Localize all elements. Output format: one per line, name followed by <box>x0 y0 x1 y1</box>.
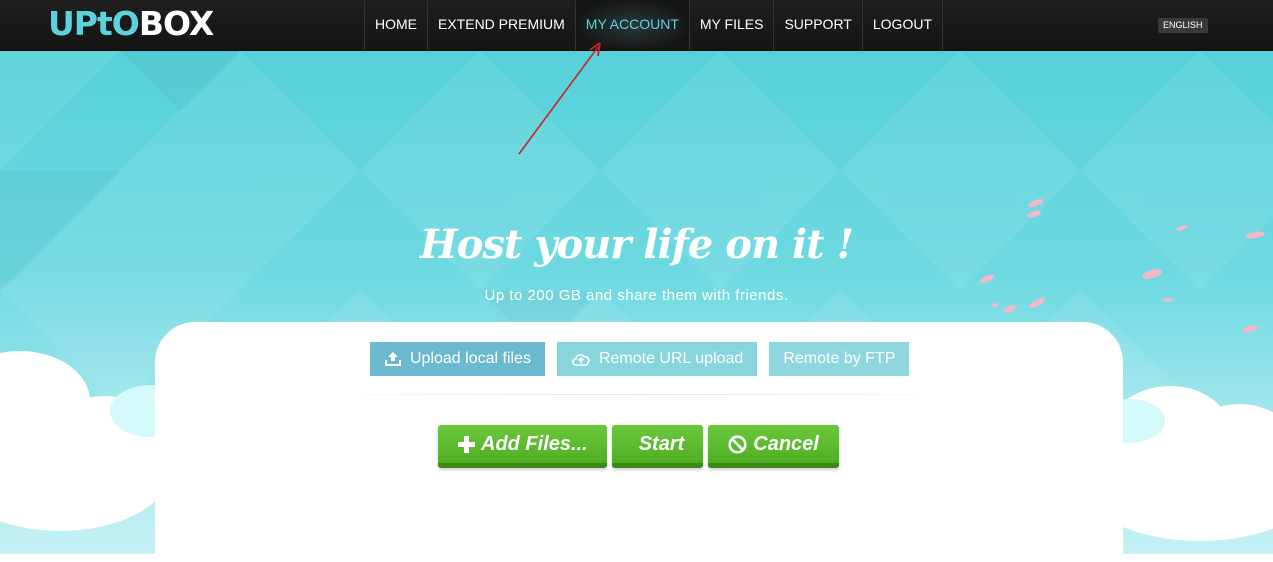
tab-remote-by-ftp-label: Remote by FTP <box>783 350 896 367</box>
cancel-label: Cancel <box>753 433 819 455</box>
logo-text-part1: UPtO <box>48 4 140 43</box>
start-button[interactable]: Start <box>611 425 704 468</box>
panel-divider <box>300 394 980 395</box>
cancel-icon <box>728 434 747 454</box>
add-files-button[interactable]: Add Files... <box>438 425 607 468</box>
nav-logout[interactable]: LOGOUT <box>863 0 943 50</box>
hero-subtitle: Up to 200 GB and share them with friends… <box>484 287 789 304</box>
tab-remote-by-ftp[interactable]: Remote by FTP <box>769 342 910 376</box>
nav-home[interactable]: HOME <box>365 0 428 50</box>
nav-extend-premium[interactable]: EXTEND PREMIUM <box>428 0 576 50</box>
language-selector[interactable]: ENGLISH <box>1158 18 1208 33</box>
tab-remote-url-upload[interactable]: Remote URL upload <box>556 342 758 376</box>
nav-my-account[interactable]: MY ACCOUNT <box>575 0 690 50</box>
cloud-upload-icon <box>571 352 599 366</box>
tab-remote-url-upload-label: Remote URL upload <box>598 350 744 367</box>
plus-icon <box>458 435 475 453</box>
top-navigation-bar: UPtOBOX HOME EXTEND PREMIUM MY ACCOUNT M… <box>0 0 1273 51</box>
tab-upload-local-files-label: Upload local files <box>410 350 531 367</box>
nav-support[interactable]: SUPPORT <box>774 0 863 50</box>
tab-upload-local-files[interactable]: Upload local files <box>370 342 545 376</box>
add-files-label: Add Files... <box>481 433 588 455</box>
logo-text-part2: BOX <box>138 4 214 43</box>
upload-mode-tabs: Upload local files Remote URL upload Rem… <box>370 342 921 376</box>
hero-title: Host your life on it ! <box>419 221 854 268</box>
upload-actions: Add Files... Start Cancel <box>438 425 844 468</box>
main-nav: HOME EXTEND PREMIUM MY ACCOUNT MY FILES … <box>364 0 943 50</box>
cancel-button[interactable]: Cancel <box>708 425 839 468</box>
uptobox-logo[interactable]: UPtOBOX <box>48 4 214 43</box>
upload-icon <box>384 351 410 367</box>
start-label: Start <box>638 433 685 455</box>
nav-my-files[interactable]: MY FILES <box>690 0 775 50</box>
